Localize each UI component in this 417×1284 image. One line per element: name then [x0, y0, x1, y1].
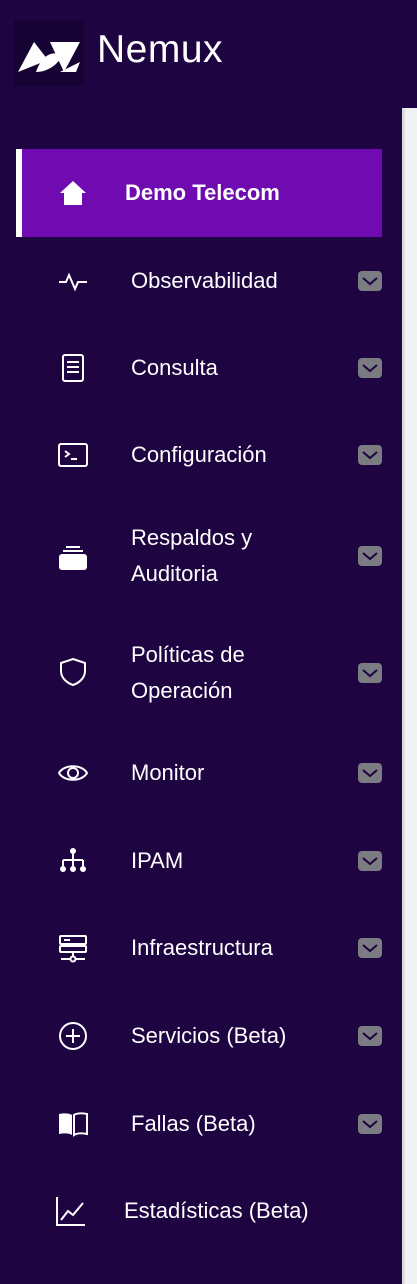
- logo-mark-icon: [18, 42, 80, 72]
- sidebar-item-monitor[interactable]: Monitor: [16, 748, 382, 798]
- chevron-down-icon[interactable]: [358, 358, 382, 378]
- sidebar-item-label: Monitor: [131, 760, 205, 785]
- sidebar-item-respaldos-auditoria[interactable]: Respaldos y Auditoria: [16, 518, 382, 598]
- chevron-down-icon[interactable]: [358, 1026, 382, 1046]
- chevron-down-icon[interactable]: [358, 445, 382, 465]
- sidebar-item-infraestructura[interactable]: Infraestructura: [16, 923, 382, 973]
- chevron-down-icon[interactable]: [358, 851, 382, 871]
- sidebar-item-label-line2: Auditoria: [131, 561, 218, 586]
- sidebar-item-fallas-beta[interactable]: Fallas (Beta): [16, 1099, 382, 1149]
- chevron-down-icon[interactable]: [358, 938, 382, 958]
- sidebar-item-label: IPAM: [131, 848, 184, 873]
- sidebar-item-label: Infraestructura: [131, 935, 273, 960]
- sidebar-item-ipam[interactable]: IPAM: [16, 836, 382, 886]
- network-tree-icon: [58, 846, 88, 876]
- sidebar-item-configuracion[interactable]: Configuración: [16, 430, 382, 480]
- shield-icon: [58, 657, 88, 687]
- sidebar-item-consulta[interactable]: Consulta: [16, 343, 382, 393]
- chevron-down-icon[interactable]: [358, 663, 382, 683]
- sidebar-item-servicios-beta[interactable]: Servicios (Beta): [16, 1011, 382, 1061]
- sidebar-item-label: Fallas (Beta): [131, 1111, 256, 1136]
- sidebar-item-label: Consulta: [131, 355, 218, 380]
- sidebar-item-label: Configuración: [131, 442, 267, 467]
- main-content-edge: [402, 108, 417, 1284]
- sidebar-item-demo-telecom[interactable]: Demo Telecom: [16, 149, 382, 237]
- archive-icon: [58, 542, 88, 572]
- document-icon: [58, 353, 88, 383]
- chevron-down-icon[interactable]: [358, 1114, 382, 1134]
- sidebar-nav: Demo Telecom Observabilidad Consulta Con…: [0, 108, 402, 1284]
- server-icon: [58, 933, 88, 963]
- chevron-down-icon[interactable]: [358, 271, 382, 291]
- brand-name: Nemux: [97, 28, 224, 71]
- sidebar-item-label: Demo Telecom: [125, 180, 280, 205]
- terminal-icon: [58, 440, 88, 470]
- plus-circle-icon: [58, 1021, 88, 1051]
- sidebar-item-label: Servicios (Beta): [131, 1023, 287, 1048]
- sidebar-item-label-line1: Respaldos y: [131, 525, 253, 550]
- chart-line-icon: [56, 1196, 86, 1226]
- top-bar: Nemux: [0, 0, 417, 108]
- sidebar-item-label: Observabilidad: [131, 268, 278, 293]
- eye-icon: [58, 758, 88, 788]
- book-icon: [58, 1109, 88, 1139]
- sidebar-item-label-line1: Políticas de: [131, 642, 245, 667]
- chevron-down-icon[interactable]: [358, 546, 382, 566]
- sidebar-item-label: Estadísticas (Beta): [124, 1198, 309, 1223]
- home-icon: [58, 178, 88, 208]
- chevron-down-icon[interactable]: [358, 763, 382, 783]
- sidebar-item-estadisticas-beta[interactable]: Estadísticas (Beta): [16, 1186, 382, 1236]
- sidebar-item-observabilidad[interactable]: Observabilidad: [16, 256, 382, 306]
- sidebar-item-label-line2: Operación: [131, 678, 233, 703]
- pulse-icon: [58, 266, 88, 296]
- nemux-logo[interactable]: [14, 20, 84, 86]
- sidebar-item-politicas-operacion[interactable]: Políticas de Operación: [16, 635, 382, 715]
